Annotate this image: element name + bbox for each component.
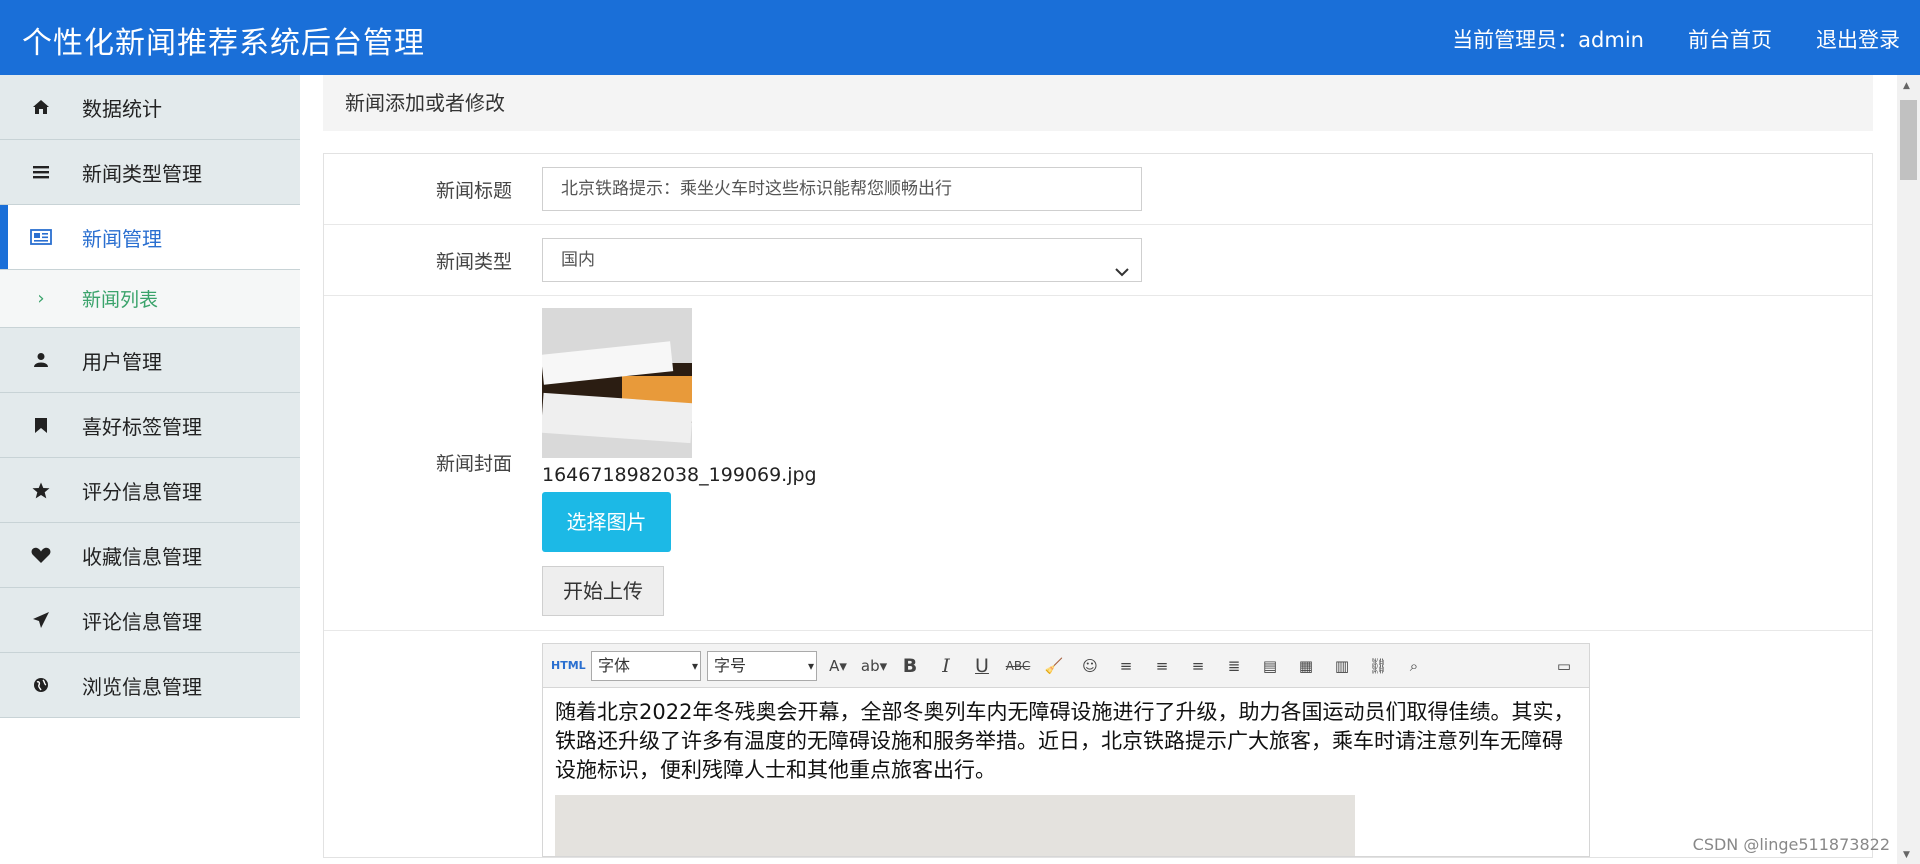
align-justify-icon[interactable]: ≣ [1219,657,1249,675]
title-label: 新闻标题 [435,179,512,202]
header-nav: 当前管理员：admin 前台首页 退出登录 [1452,24,1900,54]
fullscreen-icon[interactable]: ▭ [1549,657,1579,675]
sidebar-item-ratings[interactable]: 评分信息管理 [0,458,300,523]
title-input[interactable]: 北京铁路提示：乘坐火车时这些标识能帮您顺畅出行 [542,167,1142,211]
bold-icon[interactable]: B [895,655,925,677]
strikethrough-icon[interactable]: ABC [1003,659,1033,673]
news-form: 新闻标题 北京铁路提示：乘坐火车时这些标识能帮您顺畅出行 新闻类型 国内 新闻封… [323,153,1873,858]
type-label: 新闻类型 [435,250,512,273]
title-row: 新闻标题 北京铁路提示：乘坐火车时这些标识能帮您顺畅出行 [324,154,1872,225]
sidebar-item-label: 喜好标签管理 [82,414,202,439]
panel-title: 新闻添加或者修改 [323,75,1873,131]
sidebar-item-label: 浏览信息管理 [82,674,202,699]
sidebar-item-tags[interactable]: 喜好标签管理 [0,393,300,458]
choose-image-button[interactable]: 选择图片 [542,492,671,552]
type-select-value: 国内 [561,250,595,270]
sidebar-item-label: 新闻类型管理 [82,161,202,186]
sidebar: 数据统计 新闻类型管理 新闻管理 › 新闻列表 用户管理 喜好标签管理 评分信息… [0,75,300,864]
main-content: 新闻添加或者修改 新闻标题 北京铁路提示：乘坐火车时这些标识能帮您顺畅出行 新闻… [323,75,1873,858]
content-row: HTML 字体 字号 A▾ ab▾ B I U ABC 🧹 ☺ ≡ ≡ ≡ ≣ … [324,631,1872,857]
sidebar-item-label: 数据统计 [82,96,162,121]
sidebar-item-statistics[interactable]: 数据统计 [0,75,300,140]
italic-icon[interactable]: I [931,655,961,677]
scroll-up-icon[interactable]: ▲ [1903,81,1910,91]
top-header: 个性化新闻推荐系统后台管理 当前管理员：admin 前台首页 退出登录 [0,0,1920,75]
globe-icon [0,677,82,693]
list-icon [0,165,82,179]
font-color-icon[interactable]: A▾ [823,657,853,675]
content-paragraph: 随着北京2022年冬残奥会开幕，全部冬奥列车内无障碍设施进行了升级，助力各国运动… [555,700,1575,782]
insert-image-icon[interactable]: ▤ [1255,657,1285,675]
cover-row: 新闻封面 1646718982038_199069.jpg 选择图片 开始上传 [324,296,1872,631]
font-family-select[interactable]: 字体 [591,650,701,681]
scroll-down-icon[interactable]: ▼ [1903,850,1910,860]
newspaper-icon [0,229,82,245]
logout-link[interactable]: 退出登录 [1816,24,1900,54]
html-source-button[interactable]: HTML [551,659,586,672]
sidebar-item-label: 用户管理 [82,349,162,374]
sidebar-item-users[interactable]: 用户管理 [0,328,300,393]
bookmark-icon [0,417,82,434]
highlight-icon[interactable]: ab▾ [859,657,889,675]
sidebar-item-browsing[interactable]: 浏览信息管理 [0,653,300,718]
sidebar-item-label: 新闻管理 [82,226,162,251]
cover-label: 新闻封面 [435,452,512,475]
sidebar-subitem-label: 新闻列表 [82,289,159,311]
clear-format-icon[interactable]: 🧹 [1039,657,1069,675]
star-icon [0,482,82,499]
font-size-select[interactable]: 字号 [707,650,817,681]
app-title: 个性化新闻推荐系统后台管理 [22,26,425,61]
sidebar-item-label: 评分信息管理 [82,479,202,504]
editor-content[interactable]: 随着北京2022年冬残奥会开幕，全部冬奥列车内无障碍设施进行了升级，助力各国运动… [543,688,1589,856]
insert-table-icon[interactable]: ▥ [1327,657,1357,675]
send-icon [0,611,82,629]
sidebar-item-news-types[interactable]: 新闻类型管理 [0,140,300,205]
insert-video-icon[interactable]: ▦ [1291,657,1321,675]
type-row: 新闻类型 国内 [324,225,1872,296]
chevron-down-icon [1115,251,1129,281]
cover-filename: 1646718982038_199069.jpg [542,464,817,486]
link-icon[interactable]: ⛓ [1363,657,1393,675]
start-upload-button[interactable]: 开始上传 [542,566,664,616]
home-icon [0,99,82,115]
rich-text-editor: HTML 字体 字号 A▾ ab▾ B I U ABC 🧹 ☺ ≡ ≡ ≡ ≣ … [542,643,1590,857]
sidebar-item-favorites[interactable]: 收藏信息管理 [0,523,300,588]
admin-label: 当前管理员：admin [1452,28,1644,52]
sidebar-item-news[interactable]: 新闻管理 [0,205,300,270]
page-scrollbar[interactable]: ▲ ▼ [1897,75,1920,864]
sidebar-subitem-news-list[interactable]: › 新闻列表 [0,270,300,328]
cover-uploader: 1646718982038_199069.jpg 选择图片 开始上传 [542,308,817,616]
emoji-icon[interactable]: ☺ [1075,657,1105,675]
align-center-icon[interactable]: ≡ [1183,657,1213,675]
user-icon [0,352,82,368]
align-right-icon[interactable]: ≡ [1147,657,1177,675]
align-left-icon[interactable]: ≡ [1111,657,1141,675]
chevron-right-icon: › [37,288,45,309]
scrollbar-thumb[interactable] [1900,100,1917,180]
editor-toolbar: HTML 字体 字号 A▾ ab▾ B I U ABC 🧹 ☺ ≡ ≡ ≡ ≣ … [543,644,1589,688]
search-icon[interactable]: ⌕ [1399,657,1429,675]
watermark: CSDN @linge511873822 [1692,835,1890,854]
sidebar-item-comments[interactable]: 评论信息管理 [0,588,300,653]
sidebar-item-label: 收藏信息管理 [82,544,202,569]
underline-icon[interactable]: U [967,655,997,677]
cover-thumbnail [542,308,692,458]
sidebar-item-label: 评论信息管理 [82,609,202,634]
type-select[interactable]: 国内 [542,238,1142,282]
content-image [555,795,1355,856]
home-link[interactable]: 前台首页 [1688,24,1772,54]
heart-icon [0,547,82,564]
